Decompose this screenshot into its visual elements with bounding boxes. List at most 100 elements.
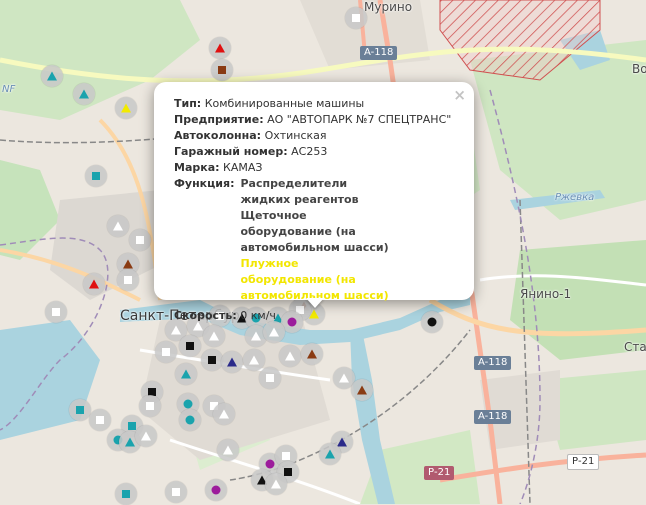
square-icon	[124, 276, 132, 284]
vehicle-marker[interactable]	[45, 301, 67, 323]
type-label: Тип:	[174, 97, 202, 110]
vehicle-marker[interactable]	[209, 37, 231, 59]
triangle-icon	[125, 437, 135, 447]
vehicle-marker[interactable]	[211, 59, 233, 81]
square-icon	[122, 490, 130, 498]
dot-icon	[183, 399, 193, 409]
triangle-icon	[227, 357, 237, 367]
vehicle-marker[interactable]	[115, 483, 137, 505]
square-icon	[186, 342, 194, 350]
triangle-icon	[181, 369, 191, 379]
vehicle-marker[interactable]	[89, 409, 111, 431]
garage-value: АС253	[291, 145, 328, 158]
vehicle-marker[interactable]	[179, 335, 201, 357]
speed-row: Скорость: 0 км/ч	[174, 308, 458, 324]
road-shield-r21: Р-21	[424, 466, 455, 480]
vehicle-marker[interactable]	[107, 215, 129, 237]
square-icon	[128, 422, 136, 430]
vehicle-marker[interactable]	[263, 321, 285, 343]
road-shield-a118: A-118	[360, 46, 398, 60]
vehicle-marker[interactable]	[243, 349, 265, 371]
vehicle-marker[interactable]	[115, 97, 137, 119]
road-shield-a118: A-118	[474, 410, 512, 424]
function-text-part2-highlight: Плужное оборудование (на автомобильном ш…	[240, 257, 389, 302]
label-murino: Мурино	[364, 0, 413, 14]
square-icon	[282, 452, 290, 460]
vehicle-info-popup: × Тип: Комбинированные машины Предприяти…	[154, 82, 474, 322]
vehicle-marker[interactable]	[117, 269, 139, 291]
vehicle-marker[interactable]	[179, 409, 201, 431]
triangle-icon	[357, 385, 367, 395]
triangle-icon	[249, 355, 259, 365]
vehicle-marker[interactable]	[165, 481, 187, 503]
convoy-row: Автоколонна: Охтинская	[174, 128, 458, 144]
triangle-icon	[271, 479, 281, 489]
triangle-icon	[171, 325, 181, 335]
popup-tip	[306, 298, 324, 308]
triangle-icon	[337, 437, 347, 447]
square-icon	[162, 348, 170, 356]
dot-icon	[265, 459, 275, 469]
label-star: Стар	[624, 340, 646, 354]
vehicle-marker[interactable]	[69, 399, 91, 421]
vehicle-marker[interactable]	[345, 7, 367, 29]
vehicle-marker[interactable]	[155, 341, 177, 363]
square-icon	[52, 308, 60, 316]
square-icon	[266, 374, 274, 382]
square-icon	[218, 66, 226, 74]
vehicle-marker[interactable]	[221, 351, 243, 373]
road-shield-a118: A-118	[474, 356, 512, 370]
function-label: Функция:	[174, 177, 235, 190]
dot-icon	[211, 485, 221, 495]
company-value: АО "АВТОПАРК №7 СПЕЦТРАНС"	[267, 113, 452, 126]
triangle-icon	[121, 103, 131, 113]
vehicle-marker[interactable]	[83, 273, 105, 295]
vehicle-marker[interactable]	[351, 379, 373, 401]
triangle-icon	[339, 373, 349, 383]
triangle-icon	[325, 449, 335, 459]
square-icon	[172, 488, 180, 496]
square-icon	[76, 406, 84, 414]
vehicle-marker[interactable]	[201, 349, 223, 371]
garage-label: Гаражный номер:	[174, 145, 288, 158]
label-yanino: Янино-1	[520, 287, 572, 301]
company-row: Предприятие: АО "АВТОПАРК №7 СПЕЦТРАНС"	[174, 112, 458, 128]
triangle-icon	[47, 71, 57, 81]
triangle-icon	[307, 349, 317, 359]
vehicle-marker[interactable]	[279, 345, 301, 367]
vehicle-marker[interactable]	[129, 229, 151, 251]
convoy-value: Охтинская	[264, 129, 327, 142]
vehicle-marker[interactable]	[319, 443, 341, 465]
vehicle-marker[interactable]	[301, 343, 323, 365]
triangle-icon	[113, 221, 123, 231]
vehicle-marker[interactable]	[175, 363, 197, 385]
triangle-icon	[219, 409, 229, 419]
vehicle-marker[interactable]	[135, 425, 157, 447]
type-row: Тип: Комбинированные машины	[174, 96, 458, 112]
square-icon	[208, 356, 216, 364]
speed-label: Скорость:	[174, 309, 237, 322]
speed-value: 0 км/ч	[240, 309, 276, 322]
vehicle-marker[interactable]	[213, 403, 235, 425]
square-icon	[284, 468, 292, 476]
vehicle-marker[interactable]	[139, 395, 161, 417]
square-icon	[136, 236, 144, 244]
vehicle-marker[interactable]	[85, 165, 107, 187]
company-label: Предприятие:	[174, 113, 264, 126]
label-vo: Во	[632, 62, 646, 76]
vehicle-marker[interactable]	[205, 479, 227, 501]
vehicle-marker[interactable]	[73, 83, 95, 105]
triangle-icon	[285, 351, 295, 361]
triangle-icon	[215, 43, 225, 53]
function-text-part1: Распределители жидких реагентов Щеточное…	[240, 177, 389, 254]
triangle-icon	[209, 331, 219, 341]
square-icon	[146, 402, 154, 410]
vehicle-marker[interactable]	[203, 325, 225, 347]
dot-icon	[185, 415, 195, 425]
vehicle-marker[interactable]	[259, 367, 281, 389]
vehicle-marker[interactable]	[217, 439, 239, 461]
label-rzhevka: Ржевка	[555, 192, 595, 203]
vehicle-marker[interactable]	[41, 65, 63, 87]
vehicle-marker[interactable]	[265, 473, 287, 495]
function-row: Функция: Распределители жидких реагентов…	[174, 176, 458, 304]
